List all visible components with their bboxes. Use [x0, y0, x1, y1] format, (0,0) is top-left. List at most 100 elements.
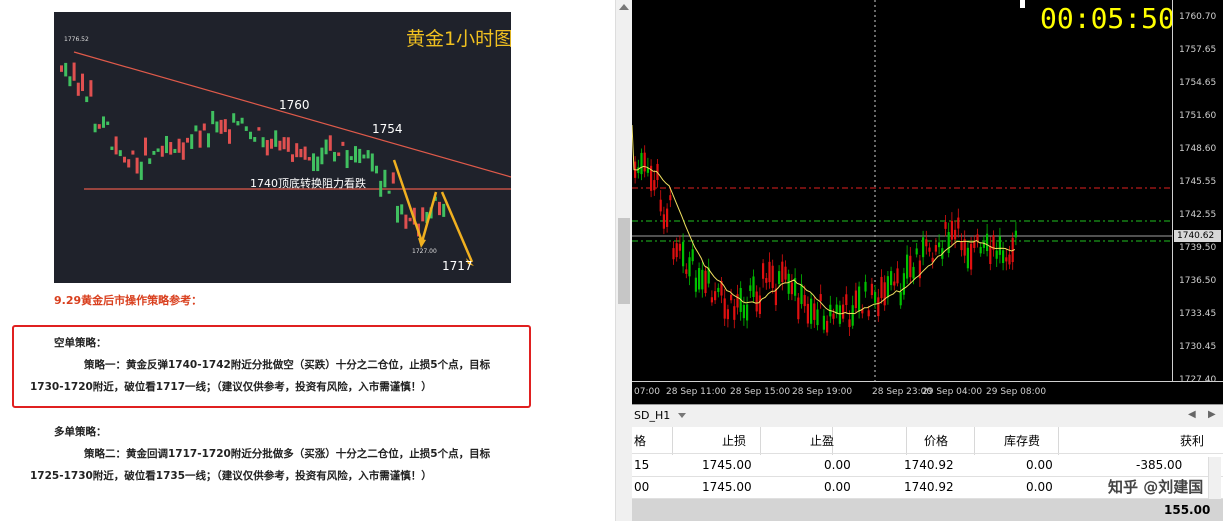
image-candle	[349, 156, 353, 160]
gold-1h-chart-image: 黄金1小时图 1776.52 1760 1754 1740顶底转换阻力看跌 17…	[54, 12, 511, 283]
image-candle	[307, 157, 311, 161]
image-candle	[278, 140, 282, 151]
row2-swap[interactable]: 0.00	[1026, 480, 1053, 494]
image-candle	[438, 201, 441, 216]
image-candle	[400, 204, 404, 215]
image-candle	[249, 131, 252, 140]
image-candle	[228, 129, 231, 144]
image-candle	[408, 217, 412, 222]
col-header-profit[interactable]: 获利	[1180, 432, 1204, 449]
image-candle	[194, 125, 198, 132]
image-candle	[72, 62, 76, 81]
col-header-tp[interactable]: 止盈	[810, 432, 834, 449]
row2-type[interactable]: 00	[634, 480, 649, 494]
col-header-price[interactable]: 价格	[924, 432, 948, 449]
price-tick: 1748.60	[1179, 144, 1217, 154]
col-header-type[interactable]: 格	[634, 432, 646, 449]
image-candle	[261, 137, 265, 148]
level-label-1717: 1717	[442, 259, 473, 273]
row2-tp[interactable]: 0.00	[824, 480, 851, 494]
image-candle	[190, 134, 194, 149]
short-strategy-line2: 1730-1720附近，破位看1717一线；（建议仅供参考，投资有风险，入市需谨…	[30, 381, 432, 393]
tab-dropdown-icon[interactable]	[678, 413, 686, 418]
col-header-sl[interactable]: 止损	[722, 432, 746, 449]
image-candle	[68, 76, 72, 87]
image-candle	[328, 135, 332, 151]
truncated-text	[30, 0, 160, 4]
image-candle	[391, 172, 395, 184]
image-candle	[93, 123, 97, 133]
total-profit: 155.00	[1164, 503, 1211, 517]
time-tick: 28 Sep 11:00	[666, 387, 727, 397]
col-header-swap[interactable]: 库存费	[1004, 432, 1040, 449]
scroll-right-icon[interactable]: ▶	[1208, 409, 1216, 420]
image-candle	[223, 119, 227, 133]
image-candle	[110, 146, 114, 150]
scroll-left-icon[interactable]: ◀	[1188, 409, 1196, 420]
price-tick: 1739.50	[1179, 243, 1217, 253]
row2-price[interactable]: 1740.92	[904, 480, 954, 494]
image-candle	[421, 207, 425, 222]
image-candle	[148, 158, 152, 164]
image-candle	[97, 124, 101, 129]
row1-profit[interactable]: -385.00	[1136, 458, 1182, 472]
article-scrollbar[interactable]	[615, 0, 633, 521]
image-candle	[219, 119, 223, 134]
article-panel: 黄金1小时图 1776.52 1760 1754 1740顶底转换阻力看跌 17…	[0, 0, 615, 521]
image-candle	[366, 150, 370, 159]
row2-sl[interactable]: 1745.00	[702, 480, 752, 494]
chart-tab-bar: SD_H1 ◀ ▶	[632, 404, 1223, 428]
long-strategy-title: 多单策略：	[54, 426, 107, 438]
image-candle	[177, 138, 181, 153]
row1-tp[interactable]: 0.00	[824, 458, 851, 472]
long-strategy-line1: 策略二：黄金回调1717-1720附近分批做多（买涨）十分之二仓位，止损5个点，…	[84, 448, 491, 460]
image-candle	[118, 150, 122, 157]
image-candle	[257, 127, 261, 131]
image-candle	[286, 137, 290, 152]
image-candle	[102, 116, 105, 128]
long-strategy-line2: 1725-1730附近，破位看1735一线；（建议仅供参考，投资有风险，入市需谨…	[30, 470, 432, 482]
strategy-heading: 9.29黄金后市操作策略参考：	[54, 294, 203, 307]
image-candle	[370, 153, 374, 172]
image-candle	[341, 141, 345, 146]
time-tick: 29 Sep 04:00	[922, 387, 983, 397]
image-candle	[89, 80, 93, 97]
row1-type[interactable]: 15	[634, 458, 649, 472]
row1-price[interactable]: 1740.92	[904, 458, 954, 472]
row1-swap[interactable]: 0.00	[1026, 458, 1053, 472]
time-tick: 28 Sep 15:00	[730, 387, 791, 397]
image-candle	[316, 156, 320, 172]
scroll-up-arrow-icon[interactable]	[619, 4, 629, 10]
image-candle	[379, 180, 383, 197]
image-candle	[295, 143, 299, 158]
image-candle	[85, 96, 89, 103]
image-candle	[165, 135, 168, 154]
image-candle	[81, 73, 84, 92]
row1-sl[interactable]: 1745.00	[702, 458, 752, 472]
orders-table: 格 止损 止盈 价格 库存费 获利 15 1745.00 0.00 1740.9…	[632, 427, 1223, 521]
image-candle	[131, 150, 135, 155]
price-chart-area[interactable]	[632, 0, 1172, 381]
image-candle	[320, 147, 324, 165]
price-tick: 1733.45	[1179, 309, 1217, 319]
image-candle	[173, 148, 177, 153]
time-axis[interactable]: 07:00 28 Sep 11:00 28 Sep 15:00 28 Sep 19:0…	[632, 381, 1223, 404]
image-candle	[375, 165, 378, 174]
image-candle	[291, 154, 294, 162]
short-strategy-title: 空单策略：	[54, 337, 107, 349]
chart-image-svg	[60, 51, 511, 266]
tab-chart-symbol[interactable]: SD_H1	[634, 409, 670, 422]
image-candle	[265, 140, 269, 156]
price-axis[interactable]: 1760.70 1757.65 1754.65 1751.60 1748.60 1745.…	[1172, 0, 1223, 385]
image-candle	[442, 203, 446, 217]
scrollbar-thumb[interactable]	[618, 218, 630, 304]
image-candle	[383, 169, 387, 188]
table-scrollbar[interactable]	[1208, 457, 1221, 499]
current-price-tag: 1740.62	[1174, 230, 1221, 242]
image-candle	[358, 148, 362, 164]
image-candle	[198, 130, 202, 148]
image-candle	[181, 142, 185, 160]
image-candle	[202, 123, 206, 131]
image-candle	[144, 137, 147, 156]
image-candle	[64, 62, 68, 77]
